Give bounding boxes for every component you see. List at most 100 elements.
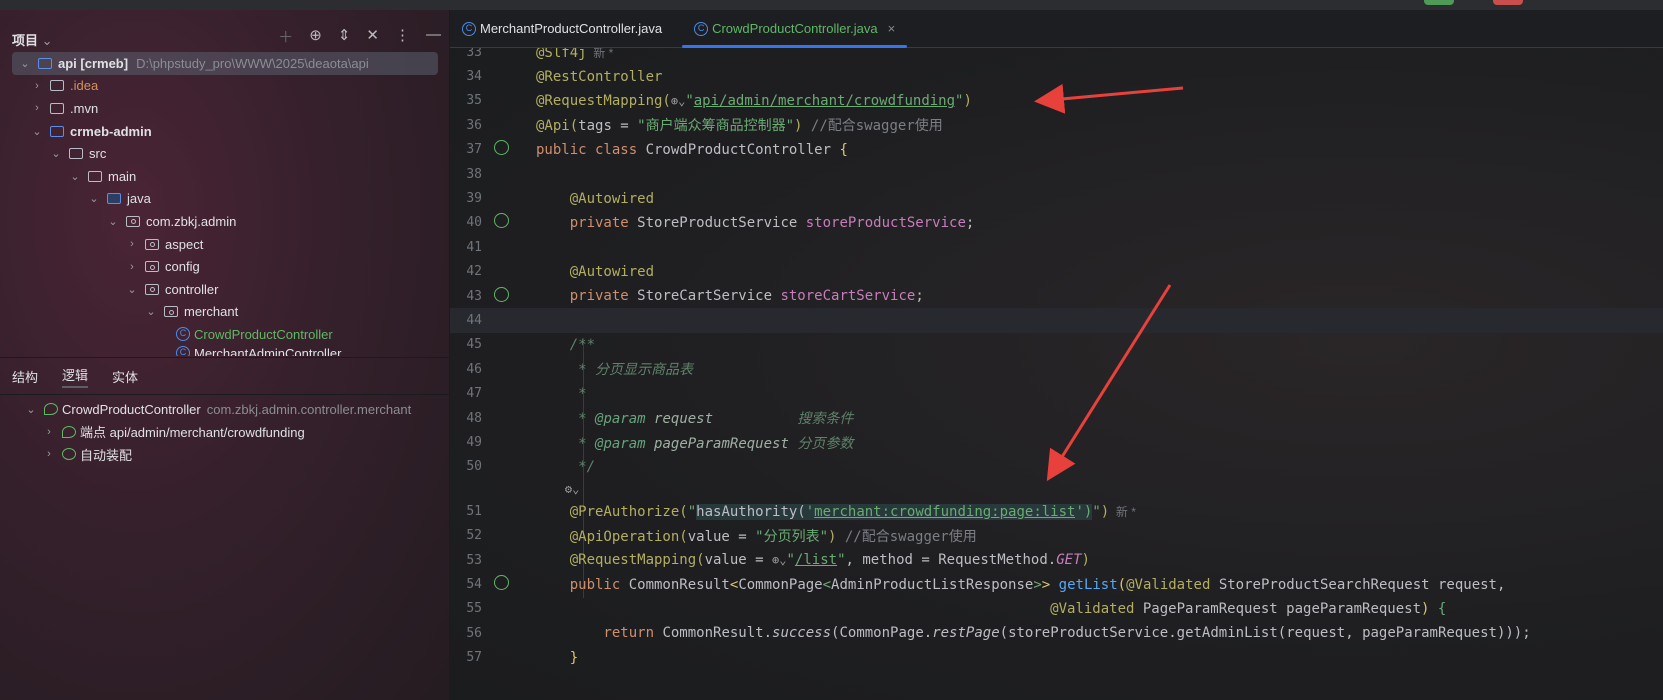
code-line[interactable]: 36 @Api(tags = "商户端众筹商品控制器") //配合swagger使… xyxy=(450,113,1663,137)
code-text: * @param request 搜索条件 xyxy=(536,408,853,428)
tab-crowd-product-controller[interactable]: C CrowdProductController.java × xyxy=(682,10,908,48)
code-token: CommonResult. xyxy=(662,625,773,642)
code-text: public class CrowdProductController { xyxy=(536,142,848,158)
code-line[interactable]: 38 xyxy=(450,162,1663,186)
tree-item-idea[interactable]: › .idea xyxy=(0,75,450,98)
spring-bean-icon[interactable] xyxy=(494,140,509,156)
chevron-down-icon: ⌄ xyxy=(20,57,30,70)
tab-label: CrowdProductController.java xyxy=(712,21,878,36)
spring-bean-icon[interactable] xyxy=(494,286,509,302)
package-icon xyxy=(145,238,159,250)
code-line[interactable]: 49 * @param pageParamRequest 分页参数 xyxy=(450,430,1663,454)
code-line[interactable]: 54 public CommonResult<CommonPage<AdminP… xyxy=(450,572,1663,596)
code-token: value = xyxy=(687,528,756,545)
code-line[interactable]: 47 * xyxy=(450,382,1663,406)
structure-item-autowire[interactable]: › 自动装配 xyxy=(0,443,450,466)
code-token: ') xyxy=(1075,503,1093,520)
structure-item-endpoint[interactable]: › 端点 api/admin/merchant/crowdfunding xyxy=(0,421,450,444)
tree-item-controller[interactable]: ⌄ controller xyxy=(0,278,450,301)
tree-item-config[interactable]: › config xyxy=(0,255,450,278)
chevron-down-icon: ⌄ xyxy=(32,125,42,138)
minimize-icon[interactable]: — xyxy=(426,26,441,47)
code-line[interactable]: 55 @Validated PageParamRequest pageParam… xyxy=(450,597,1663,621)
class-icon: C xyxy=(176,345,190,356)
code-token: private xyxy=(536,214,638,231)
project-title-label: 项目 xyxy=(12,33,39,48)
web-endpoint-icon[interactable] xyxy=(494,575,509,591)
code-text: } xyxy=(536,650,578,666)
structure-item-class[interactable]: ⌄ CrowdProductController com.zbkj.admin.co… xyxy=(0,398,450,421)
code-line[interactable]: 46 * 分页显示商品表 xyxy=(450,357,1663,381)
tree-item-main[interactable]: ⌄ main xyxy=(0,165,450,188)
inlay-hint-row[interactable]: ⚙⌄ xyxy=(450,479,1663,499)
line-number: 51 xyxy=(466,503,482,519)
line-number: 52 xyxy=(466,528,482,544)
window-green-button[interactable] xyxy=(1424,0,1454,5)
tab-merchant-product-controller[interactable]: C MerchantProductController.java xyxy=(450,10,674,48)
code-line[interactable]: 41 xyxy=(450,235,1663,259)
more-options-icon[interactable]: ⋮ xyxy=(395,26,410,47)
locate-icon[interactable]: ⊕ xyxy=(309,26,322,47)
code-line[interactable]: 50 */ xyxy=(450,455,1663,479)
tree-item-api[interactable]: ⌄ api [crmeb] D:\phpstudy_pro\WWW\2025\dea… xyxy=(12,52,438,75)
endpoint-icon xyxy=(62,425,76,438)
code-line[interactable]: 44 xyxy=(450,308,1663,333)
code-line[interactable]: 40 private StoreProductService storeProd… xyxy=(450,211,1663,235)
tree-item-merchant-admin-controller[interactable]: C MerchantAdminController xyxy=(0,345,450,356)
tree-item-mvn[interactable]: › .mvn xyxy=(0,97,450,120)
code-token: 搜索条件 xyxy=(713,411,854,428)
tab-entity[interactable]: 实体 xyxy=(112,367,138,386)
code-line[interactable]: 52 @ApiOperation(value = "分页列表") //配合swa… xyxy=(450,524,1663,548)
code-token: value = xyxy=(704,552,773,569)
code-line[interactable]: 37 public class CrowdProductController { xyxy=(450,138,1663,162)
close-icon[interactable]: × xyxy=(888,21,896,36)
code-line[interactable]: 51 @PreAuthorize("hasAuthority('merchant… xyxy=(450,499,1663,523)
tree-item-merchant[interactable]: ⌄ merchant xyxy=(0,301,450,324)
code-line[interactable]: 45 /** xyxy=(450,333,1663,357)
code-token: ( xyxy=(999,625,1009,642)
code-line[interactable]: 43 private StoreCartService storeCartSer… xyxy=(450,284,1663,308)
collapse-all-icon[interactable]: ✕ xyxy=(366,26,379,47)
gutter xyxy=(494,140,527,159)
code-editor[interactable]: 33 @Slf4j 新 * 34 @RestController 35 @RequestM… xyxy=(450,48,1663,700)
tree-item-label: MerchantAdminController xyxy=(194,345,342,356)
code-text: @PreAuthorize("hasAuthority('merchant:cr… xyxy=(536,503,1136,520)
project-panel-title[interactable]: 项目 ⌄ xyxy=(12,30,53,49)
code-token: storeProductService xyxy=(1008,625,1169,642)
code-token: @PreAuthorize( xyxy=(536,503,688,520)
code-line[interactable]: 48 * @param request 搜索条件 xyxy=(450,406,1663,430)
add-icon[interactable]: ＋ xyxy=(278,26,293,47)
code-token: 新 * xyxy=(586,48,614,60)
code-text: private StoreProductService storeProduct… xyxy=(536,214,975,231)
tab-structure[interactable]: 结构 xyxy=(12,367,38,386)
code-line[interactable]: 34 @RestController xyxy=(450,64,1663,88)
expand-all-icon[interactable]: ⇕ xyxy=(338,26,351,47)
tree-item-aspect[interactable]: › aspect xyxy=(0,233,450,256)
source-folder-icon xyxy=(107,193,121,205)
code-line[interactable]: 42 @Autowired xyxy=(450,260,1663,284)
tree-item-crmeb-admin[interactable]: ⌄ crmeb-admin xyxy=(0,120,450,143)
tree-item-java[interactable]: ⌄ java xyxy=(0,188,450,211)
line-number: 45 xyxy=(466,337,482,353)
code-token: @RequestMapping( xyxy=(536,92,671,109)
class-icon: C xyxy=(462,21,476,36)
gutter xyxy=(494,575,527,594)
spring-bean-icon[interactable] xyxy=(494,213,509,229)
window-red-button[interactable] xyxy=(1493,0,1523,5)
tree-item-src[interactable]: ⌄ src xyxy=(0,142,450,165)
tree-item-com-zbkj-admin[interactable]: ⌄ com.zbkj.admin xyxy=(0,210,450,233)
code-line[interactable]: 33 @Slf4j 新 * xyxy=(450,48,1663,64)
code-token: hasAuthority( xyxy=(696,503,806,520)
code-line[interactable]: 35 @RequestMapping(⊕⌄"api/admin/merchant/… xyxy=(450,89,1663,113)
chevron-down-icon: ⌄ xyxy=(127,283,137,296)
code-line[interactable]: 53 @RequestMapping(value = ⊕⌄"/list", me… xyxy=(450,548,1663,572)
tab-logic[interactable]: 逻辑 xyxy=(62,365,89,388)
code-text: * xyxy=(536,386,586,402)
code-line[interactable]: 39 @Autowired xyxy=(450,186,1663,210)
code-line[interactable]: 57 } xyxy=(450,646,1663,670)
line-number: 38 xyxy=(466,166,482,182)
code-token: StoreProductSearchRequest request, xyxy=(1218,576,1506,593)
chevron-right-icon: › xyxy=(35,102,39,115)
tree-item-crowd-product-controller[interactable]: C CrowdProductController xyxy=(0,323,450,346)
code-line[interactable]: 56 return CommonResult.success(CommonPag… xyxy=(450,621,1663,645)
